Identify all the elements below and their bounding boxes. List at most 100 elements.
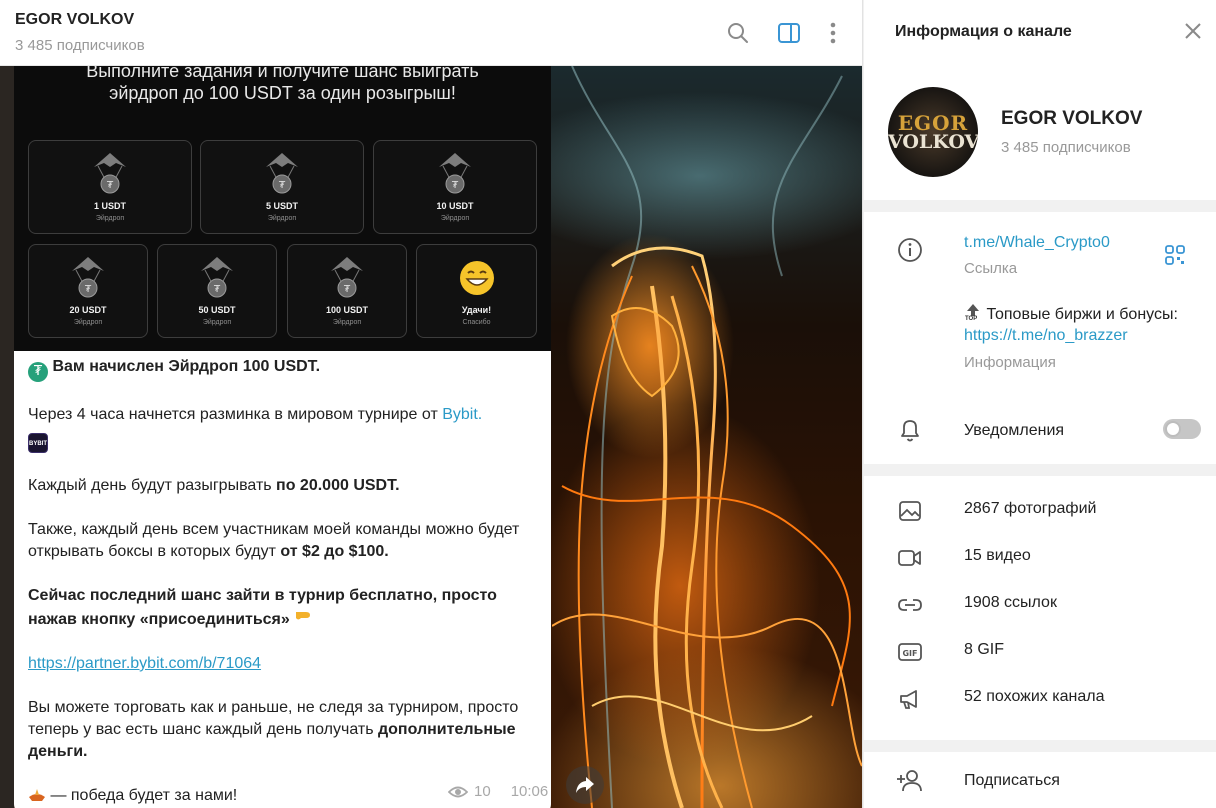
airdrop-label: Эйрдроп: [267, 215, 297, 222]
airdrop-parachute-icon: ₮: [72, 257, 104, 298]
views-eye-icon: [448, 786, 468, 797]
message-line-boxes-amount: от $2 до $100.: [280, 543, 389, 560]
promo-headline-line1: Выполните задания и получите шанс выигра…: [86, 66, 479, 81]
airdrop-label: Эйрдроп: [73, 319, 103, 326]
close-icon[interactable]: [1184, 22, 1202, 45]
channel-subscriber-count: 3 485 подписчиков: [1001, 139, 1131, 156]
add-user-icon: [896, 767, 924, 795]
chat-title[interactable]: EGOR VOLKOV: [15, 11, 134, 29]
info-circle-icon: [896, 236, 924, 264]
search-icon[interactable]: [725, 20, 751, 46]
message-line-victory: — победа будет за нами!: [46, 787, 238, 804]
grinning-face-icon: [459, 261, 494, 295]
media-links-label: 1908 ссылок: [964, 594, 1057, 611]
media-photos-label: 2867 фотографий: [964, 500, 1097, 517]
bybit-link[interactable]: Bybit.: [442, 406, 482, 423]
good-luck-sub: Спасибо: [462, 319, 491, 326]
channel-name: EGOR VOLKOV: [1001, 108, 1143, 129]
media-similar-label: 52 похожих канала: [964, 688, 1105, 705]
panel-media-section: 2867 фотографий 15 видео 1908 ссылок GIF…: [864, 476, 1216, 740]
gif-icon: GIF: [896, 638, 924, 666]
partner-link[interactable]: https://partner.bybit.com/b/71064: [28, 655, 261, 672]
qr-code-icon[interactable]: [1164, 244, 1186, 271]
message-text: ₮ Вам начислен Эйрдроп 100 USDT. Через 4…: [28, 356, 528, 808]
top-arrow-label: TOP: [965, 316, 978, 322]
airdrop-amount: 100 USDT: [325, 305, 369, 315]
megaphone-icon: [896, 685, 924, 713]
airdrop-parachute-icon: ₮: [266, 153, 298, 194]
promo-headline: Выполните задания и получите шанс выигра…: [14, 66, 551, 104]
fire-ship-icon: [28, 787, 46, 801]
message-meta: 10 10:06: [448, 783, 548, 800]
channel-link-label: Ссылка: [964, 260, 1018, 277]
chat-area: EGOR VOLKOV 3 485 подписчиков Выполните …: [0, 0, 862, 808]
bell-icon: [896, 416, 924, 444]
description-text: Топовые биржи и бонусы:: [986, 306, 1178, 323]
chat-subscriber-count: 3 485 подписчиков: [15, 37, 145, 54]
airdrop-card: ₮ 50 USDT Эйрдроп: [157, 244, 277, 338]
good-luck-title: Удачи!: [461, 305, 492, 315]
toggle-knob: [1165, 421, 1181, 437]
video-icon: [896, 544, 924, 572]
airdrop-card: ₮ 10 USDT Эйрдроп: [373, 140, 537, 234]
pointing-hand-icon: [294, 607, 312, 621]
airdrop-label: Эйрдроп: [95, 215, 125, 222]
message-bubble[interactable]: Выполните задания и получите шанс выигра…: [14, 66, 551, 808]
airdrop-card: ₮ 100 USDT Эйрдроп: [287, 244, 407, 338]
svg-text:₮: ₮: [85, 284, 92, 295]
airdrop-amount: 20 USDT: [69, 305, 107, 315]
media-gifs-label: 8 GIF: [964, 641, 1005, 658]
forward-button[interactable]: [566, 766, 604, 804]
sidebar-toggle-icon[interactable]: [776, 20, 802, 46]
message-line-airdrop: Вам начислен Эйрдроп 100 USDT.: [52, 358, 321, 375]
airdrop-label: Эйрдроп: [332, 319, 362, 326]
notifications-label: Уведомления: [964, 422, 1065, 439]
avatar-text-bottom: VOLKOV: [888, 131, 978, 153]
media-row-gifs[interactable]: GIF 8 GIF: [865, 629, 1216, 676]
panel-subscribe-section[interactable]: Подписаться: [864, 752, 1216, 808]
airdrop-parachute-icon: ₮: [439, 153, 471, 194]
message-line-boxes: Также, каждый день всем участникам моей …: [28, 521, 520, 560]
views-count: 10: [474, 783, 491, 800]
airdrop-card: ₮ 20 USDT Эйрдроп: [28, 244, 148, 338]
svg-text:₮: ₮: [279, 180, 286, 191]
airdrop-card: ₮ 1 USDT Эйрдроп: [28, 140, 192, 234]
panel-title: Информация о канале: [895, 23, 1072, 40]
channel-description: TOP Топовые биржи и бонусы:: [964, 303, 1178, 324]
promo-image[interactable]: Выполните задания и получите шанс выигра…: [14, 66, 551, 351]
media-row-similar-channels[interactable]: 52 похожих канала: [865, 676, 1216, 723]
media-videos-label: 15 видео: [964, 547, 1031, 564]
airdrop-amount: 10 USDT: [436, 201, 474, 211]
description-link[interactable]: https://t.me/no_brazzer: [964, 327, 1128, 345]
panel-profile-section: Информация о канале EGOR VOLKOV EGOR VOL…: [864, 0, 1216, 200]
promo-headline-line2: эйрдроп до 100 USDT за один розыгрыш!: [109, 83, 456, 103]
media-row-videos[interactable]: 15 видео: [865, 535, 1216, 582]
chat-header: EGOR VOLKOV 3 485 подписчиков: [0, 0, 862, 66]
channel-link[interactable]: t.me/Whale_Crypto0: [964, 234, 1110, 252]
airdrop-amount: 50 USDT: [198, 305, 236, 315]
svg-text:₮: ₮: [107, 180, 114, 191]
message-line-daily-amount: по 20.000 USDT.: [276, 477, 400, 494]
svg-text:₮: ₮: [452, 180, 459, 191]
svg-text:₮: ₮: [214, 284, 221, 295]
more-options-icon[interactable]: [820, 20, 846, 46]
forward-arrow-icon: [576, 777, 594, 793]
wallpaper-filaments: [552, 66, 862, 808]
media-row-links[interactable]: 1908 ссылок: [865, 582, 1216, 629]
svg-text:GIF: GIF: [902, 649, 917, 658]
channel-avatar[interactable]: EGOR VOLKOV: [888, 87, 978, 177]
airdrop-parachute-icon: ₮: [331, 257, 363, 298]
airdrop-parachute-icon: ₮: [94, 153, 126, 194]
airdrop-amount: 1 USDT: [93, 201, 126, 211]
top-arrow-icon: TOP: [964, 303, 982, 323]
airdrop-card: ₮ 5 USDT Эйрдроп: [200, 140, 364, 234]
airdrop-amount: 5 USDT: [265, 201, 298, 211]
airdrop-label: Эйрдроп: [440, 215, 470, 222]
subscribe-button[interactable]: Подписаться: [964, 772, 1060, 790]
notifications-toggle[interactable]: [1163, 419, 1201, 439]
message-time: 10:06: [510, 783, 549, 800]
good-luck-card: Удачи! Спасибо: [416, 244, 537, 338]
tether-icon: ₮: [28, 362, 48, 382]
media-row-photos[interactable]: 2867 фотографий: [865, 488, 1216, 535]
airdrop-parachute-icon: ₮: [201, 257, 233, 298]
